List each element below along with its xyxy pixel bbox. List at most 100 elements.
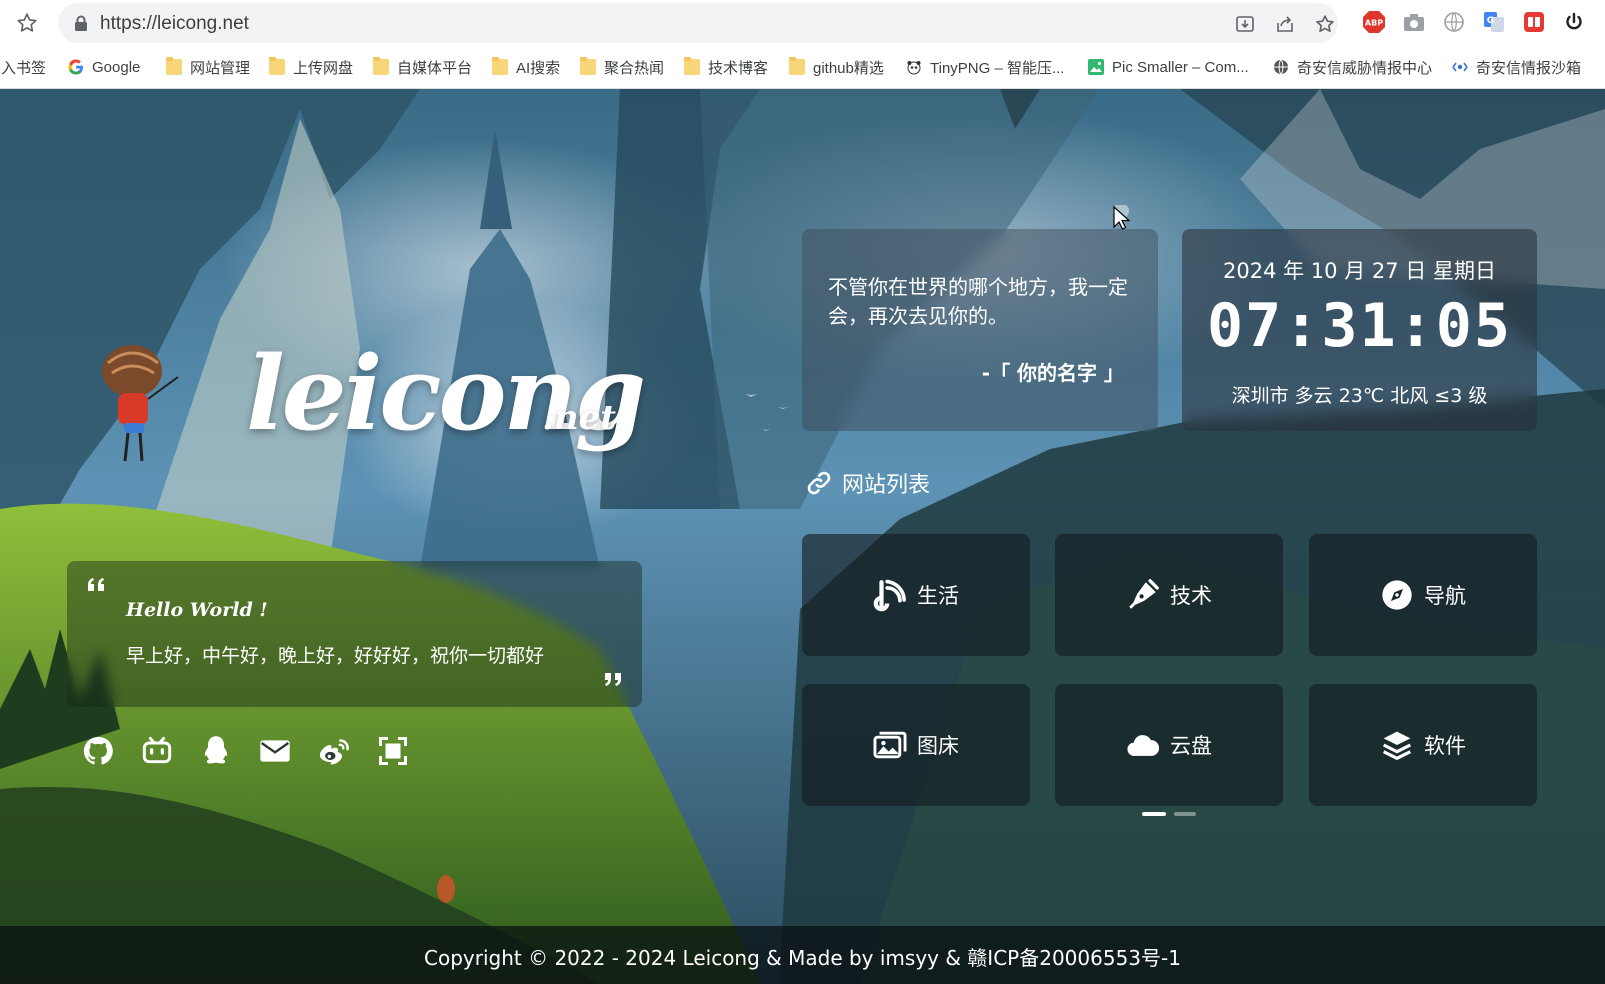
bilibili-icon[interactable]	[139, 733, 175, 769]
motto-text: 不管你在世界的哪个地方，我一定会，再次去见你的。	[828, 275, 1128, 328]
bookmark-folder[interactable]: 上传网盘	[269, 56, 353, 78]
tile-navigation[interactable]: 导航	[1309, 534, 1537, 656]
svg-text:ABP: ABP	[1365, 19, 1383, 28]
pen-icon	[1126, 578, 1160, 612]
image-icon	[1088, 59, 1104, 75]
bookmark-qianxin-ti[interactable]: 奇安信威胁情报中心	[1273, 56, 1432, 78]
site-logo[interactable]: leicong .net	[240, 334, 646, 474]
install-app-icon[interactable]	[1234, 13, 1256, 35]
feed-icon	[873, 578, 907, 612]
bookmark-star-icon[interactable]	[14, 10, 40, 36]
bookmark-folder[interactable]: 自媒体平台	[373, 56, 472, 78]
google-icon	[68, 59, 83, 75]
bookmark-folder[interactable]: 聚合热闻	[580, 56, 664, 78]
tile-life[interactable]: 生活	[802, 534, 1030, 656]
bookmark-label: Google	[92, 58, 141, 76]
bookmark-google[interactable]: Google	[68, 56, 140, 78]
pager-dot-active[interactable]	[1142, 812, 1166, 816]
bookmark-picsmaller[interactable]: Pic Smaller – Com...	[1088, 56, 1249, 78]
tile-label: 生活	[917, 584, 959, 608]
bookmark-tinypng[interactable]: TinyPNG – 智能压...	[906, 56, 1064, 78]
bookmarks-bar: 导入书签 Google 网站管理 上传网盘 自媒体平台 AI搜索 聚合热闻 技术…	[0, 46, 1605, 89]
svg-text:G: G	[1487, 16, 1494, 26]
link-icon	[807, 471, 831, 495]
tile-cloud-drive[interactable]: 云盘	[1055, 684, 1283, 806]
bookmark-label: 技术博客	[708, 59, 769, 77]
bookmark-label: TinyPNG – 智能压...	[930, 59, 1065, 77]
bookmark-label: 聚合热闻	[604, 59, 665, 77]
footer-copyright[interactable]: Copyright © 2022 - 2024 Leicong & Made b…	[0, 942, 1605, 971]
tile-label: 软件	[1424, 734, 1466, 758]
power-icon[interactable]	[1562, 10, 1586, 34]
tile-image-host[interactable]: 图床	[802, 684, 1030, 806]
lock-icon	[75, 15, 87, 31]
red-extension-icon[interactable]	[1522, 10, 1546, 34]
tile-label: 技术	[1170, 584, 1212, 608]
cloud-icon	[1126, 728, 1160, 762]
tile-software[interactable]: 软件	[1309, 684, 1537, 806]
browser-toolbar: https://leicong.net ABP G	[0, 0, 1605, 46]
bookmark-label: github精选	[813, 59, 884, 77]
page-footer: Copyright © 2022 - 2024 Leicong & Made b…	[0, 926, 1605, 984]
compass-icon	[1380, 578, 1414, 612]
clock-weather-card: 2024 年 10 月 27 日 星期日 07:31:05 深圳市 多云 23℃…	[1182, 229, 1537, 431]
bookmark-label: 奇安信威胁情报中心	[1297, 59, 1433, 77]
github-icon[interactable]	[80, 733, 116, 769]
folder-icon	[580, 57, 596, 75]
bookmark-folder[interactable]: AI搜索	[492, 56, 560, 78]
bookmark-label: Pic Smaller – Com...	[1112, 58, 1249, 76]
quote-close-icon	[605, 673, 621, 686]
date-text: 2024 年 10 月 27 日 星期日	[1223, 259, 1496, 283]
panda-icon	[907, 61, 921, 75]
bookmark-folder[interactable]: 网站管理	[166, 56, 250, 78]
time-text: 07:31:05	[1207, 291, 1512, 361]
motto-author: -「 你的名字 」	[981, 361, 1124, 385]
bookmark-label: 奇安信情报沙箱	[1476, 59, 1582, 77]
greeting-title: Hello World !	[126, 599, 268, 621]
folder-icon	[789, 57, 805, 75]
camera-icon[interactable]	[1402, 10, 1426, 34]
tile-label: 云盘	[1170, 734, 1212, 758]
bookmark-import[interactable]: 导入书签	[0, 56, 46, 78]
logo-suffix-text: .net	[542, 398, 616, 438]
bookmark-folder[interactable]: github精选	[789, 56, 884, 78]
weibo-icon[interactable]	[316, 733, 352, 769]
site-list-title: 网站列表	[842, 473, 931, 498]
favorite-star-icon[interactable]	[1314, 13, 1336, 35]
tile-tech[interactable]: 技术	[1055, 534, 1283, 656]
images-icon	[873, 728, 907, 762]
folder-icon	[373, 57, 389, 75]
folder-icon	[492, 57, 508, 75]
bookmark-label: 导入书签	[0, 59, 47, 77]
scan-icon[interactable]	[375, 733, 411, 769]
bookmark-label: 网站管理	[190, 59, 251, 77]
bookmark-qianxin-sandbox[interactable]: 奇安信情报沙箱	[1452, 56, 1581, 78]
tile-label: 图床	[917, 734, 959, 758]
folder-icon	[684, 57, 700, 75]
layers-icon	[1380, 728, 1414, 762]
mail-icon[interactable]	[257, 733, 293, 769]
extension-sphere-icon[interactable]	[1442, 10, 1466, 34]
site-list-heading: 网站列表	[806, 467, 930, 499]
bookmark-label: AI搜索	[516, 59, 561, 77]
greeting-card: Hello World ! 早上好，中午好，晚上好，好好好，祝你一切都好	[67, 561, 642, 707]
weather-text: 深圳市 多云 23℃ 北风 ≤3 级	[1231, 385, 1488, 407]
share-icon[interactable]	[1274, 13, 1296, 35]
bookmark-label: 上传网盘	[293, 59, 354, 77]
adblock-icon[interactable]: ABP	[1362, 10, 1386, 34]
folder-icon	[166, 57, 182, 75]
folder-icon	[269, 57, 285, 75]
qq-icon[interactable]	[198, 733, 234, 769]
mouse-cursor-icon	[1113, 205, 1131, 230]
address-bar[interactable]: https://leicong.net	[58, 3, 1338, 43]
tile-label: 导航	[1424, 584, 1466, 608]
url-text[interactable]: https://leicong.net	[100, 13, 249, 35]
sandbox-icon	[1452, 62, 1468, 72]
globe-icon	[1274, 59, 1288, 75]
quote-open-icon	[88, 578, 104, 591]
bookmark-folder[interactable]: 技术博客	[684, 56, 768, 78]
page-viewport: leicong .net Hello World ! 早上好，中午好，晚上好，好…	[0, 89, 1605, 984]
motto-card[interactable]: 不管你在世界的哪个地方，我一定会，再次去见你的。 -「 你的名字 」	[802, 229, 1158, 431]
pager-dot[interactable]	[1174, 812, 1196, 816]
translate-icon[interactable]: G	[1482, 10, 1506, 34]
